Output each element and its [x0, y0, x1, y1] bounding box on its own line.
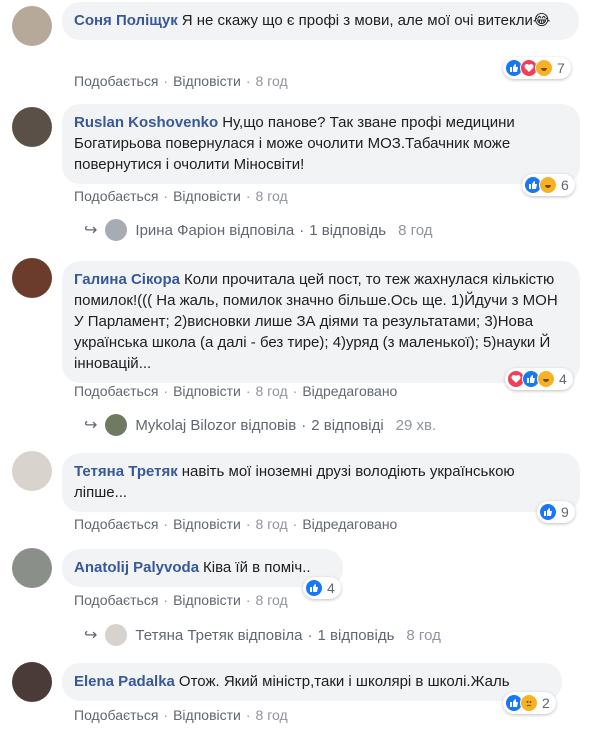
reply-link[interactable]: Відповісти — [173, 73, 241, 89]
reply-avatar — [105, 414, 128, 436]
reply-time: 8 год — [406, 626, 441, 644]
like-link[interactable]: Подобається — [74, 516, 158, 532]
sad-icon — [520, 694, 538, 712]
reply-time: 8 год — [398, 221, 433, 239]
reply-link[interactable]: Відповісти — [173, 188, 241, 204]
reaction-count: 2 — [542, 695, 550, 711]
comment-time[interactable]: 8 год — [256, 188, 288, 204]
reply-author[interactable]: Тетяна Третяк відповіла — [135, 627, 302, 644]
comment-bubble: Соня Поліщук Я не скажу що є профі з мови… — [62, 2, 579, 40]
reply-avatar — [105, 219, 128, 241]
comment-text: Я не скажу що є профі з мови, але мої оч… — [181, 12, 551, 29]
comment-author[interactable]: Ruslan Koshovenko — [74, 114, 218, 131]
comment-author[interactable]: Галина Сікора — [74, 271, 180, 288]
comment-time[interactable]: 8 год — [256, 383, 288, 399]
avatar[interactable] — [12, 107, 52, 147]
reply-link[interactable]: Відповісти — [173, 707, 241, 723]
reply-link[interactable]: Відповісти — [173, 383, 241, 399]
reply-author[interactable]: Ірина Фаріон відповіла — [135, 222, 294, 239]
haha-icon — [537, 370, 555, 388]
like-link[interactable]: Подобається — [74, 188, 158, 204]
edited-label[interactable]: Відредаговано — [302, 383, 397, 399]
reply-arrow-icon: ↪ — [84, 417, 98, 434]
comment-time[interactable]: 8 год — [256, 516, 288, 532]
comment-author[interactable]: Anatolij Palyvoda — [74, 559, 199, 576]
comment-text: Ківа їй в поміч.. — [203, 559, 311, 576]
reply-time: 29 хв. — [395, 416, 437, 434]
comment-actions: Подобається · Відповісти · 8 год — [74, 188, 288, 204]
comment-actions: Подобається · Відповісти · 8 год — [74, 73, 288, 89]
avatar[interactable] — [12, 6, 52, 46]
reactions-summary[interactable]: 2 — [503, 692, 556, 714]
view-replies[interactable]: ↪ Ірина Фаріон відповіла · 1 відповідь 8 го… — [84, 219, 433, 241]
comment-time[interactable]: 8 год — [256, 73, 288, 89]
reply-author[interactable]: Mykolaj Bilozor відповів — [135, 417, 296, 434]
avatar[interactable] — [12, 662, 52, 702]
avatar[interactable] — [12, 451, 52, 491]
comment-author[interactable]: Соня Поліщук — [74, 12, 178, 29]
reply-count[interactable]: 1 відповідь — [318, 627, 395, 644]
comment-bubble: Галина Сікора Коли прочитала цей пост, то… — [62, 261, 580, 383]
comment-actions: Подобається · Відповісти · 8 год · Відредагова… — [74, 516, 398, 532]
haha-icon — [535, 59, 553, 77]
reactions-summary[interactable]: 7 — [503, 57, 571, 79]
reply-arrow-icon: ↪ — [84, 222, 98, 239]
comment-time[interactable]: 8 год — [256, 592, 288, 608]
reactions-summary[interactable]: 4 — [505, 368, 573, 390]
reaction-count: 4 — [327, 580, 335, 596]
reply-avatar — [105, 624, 128, 646]
reactions-summary[interactable]: 6 — [522, 174, 575, 196]
edited-label[interactable]: Відредаговано — [302, 516, 397, 532]
comment-text: Отож. Який міністр,таки і школярі в школ… — [178, 673, 510, 690]
comment-bubble: Elena Padalka Отож. Який міністр,таки і ш… — [62, 663, 562, 701]
comment-actions: Подобається · Відповісти · 8 год · Відредагова… — [74, 383, 398, 399]
avatar[interactable] — [12, 548, 52, 588]
reaction-count: 7 — [557, 60, 565, 76]
comment-bubble: Anatolij Palyvoda Ківа їй в поміч.. — [62, 549, 343, 587]
like-icon — [539, 503, 557, 521]
reply-link[interactable]: Відповісти — [173, 516, 241, 532]
comment-bubble: Тетяна Третяк навіть мої іноземні друзі в… — [62, 453, 580, 512]
reaction-count: 6 — [561, 177, 569, 193]
reactions-summary[interactable]: 9 — [537, 501, 575, 523]
view-replies[interactable]: ↪ Mykolaj Bilozor відповів · 2 відповіді 29… — [84, 414, 436, 436]
reply-count[interactable]: 1 відповідь — [309, 222, 386, 239]
reply-link[interactable]: Відповісти — [173, 592, 241, 608]
haha-icon — [539, 176, 557, 194]
like-link[interactable]: Подобається — [74, 707, 158, 723]
view-replies[interactable]: ↪ Тетяна Третяк відповіла · 1 відповідь 8 г… — [84, 624, 441, 646]
like-icon — [305, 579, 323, 597]
reaction-count: 4 — [559, 371, 567, 387]
comment-actions: Подобається · Відповісти · 8 год — [74, 592, 288, 608]
comment-actions: Подобається · Відповісти · 8 год — [74, 707, 288, 723]
reaction-count: 9 — [561, 504, 569, 520]
reactions-summary[interactable]: 4 — [303, 577, 341, 599]
like-link[interactable]: Подобається — [74, 383, 158, 399]
comment-bubble: Ruslan Koshovenko Ну,що панове? Так зване… — [62, 104, 580, 184]
like-link[interactable]: Подобається — [74, 73, 158, 89]
reply-arrow-icon: ↪ — [84, 627, 98, 644]
like-link[interactable]: Подобається — [74, 592, 158, 608]
comment-author[interactable]: Elena Padalka — [74, 673, 175, 690]
reply-count[interactable]: 2 відповіді — [311, 417, 383, 434]
comment-author[interactable]: Тетяна Третяк — [74, 463, 178, 480]
comment-time[interactable]: 8 год — [256, 707, 288, 723]
avatar[interactable] — [12, 258, 52, 298]
